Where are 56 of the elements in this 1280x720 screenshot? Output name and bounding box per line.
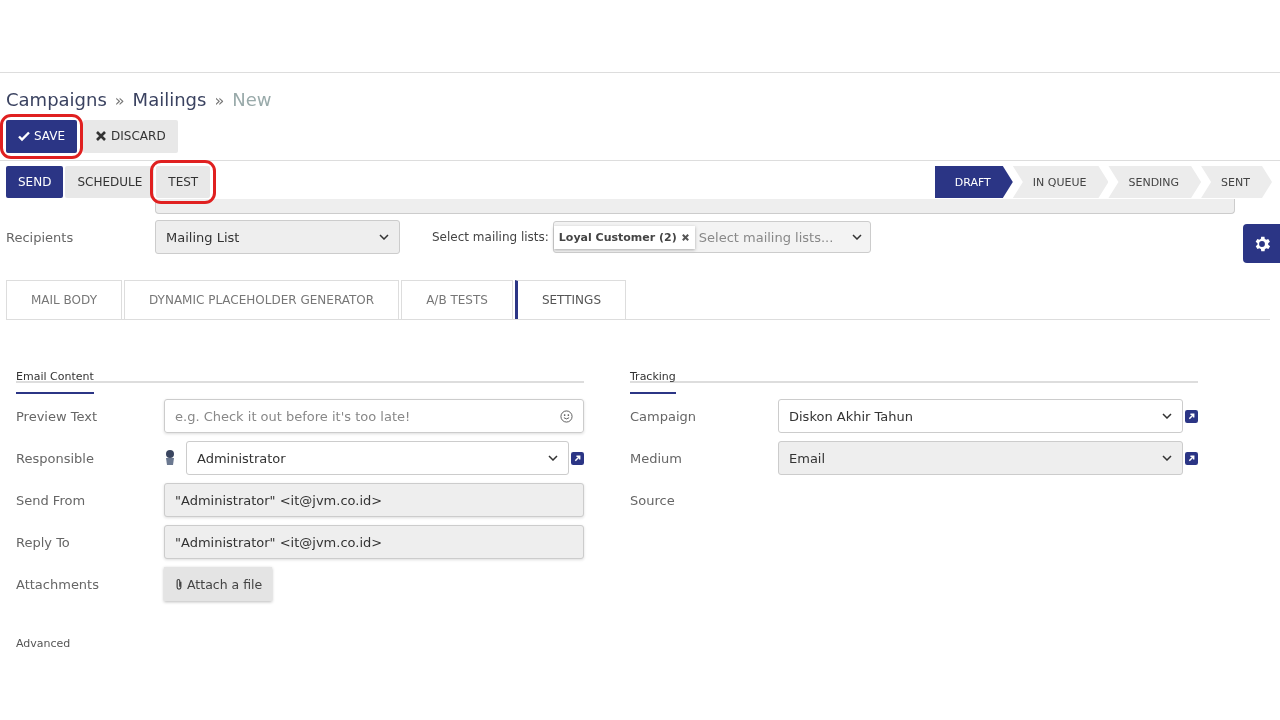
- field-label: Preview Text: [16, 408, 99, 424]
- field-label: Source: [630, 492, 676, 508]
- external-link-icon[interactable]: [1185, 451, 1198, 465]
- dropdown-select[interactable]: Diskon Akhir Tahun: [778, 399, 1183, 433]
- breadcrumb-item[interactable]: Mailings: [132, 89, 207, 110]
- breadcrumb-separator: »: [214, 91, 225, 110]
- preview-text-field[interactable]: e.g. Check it out before it's too late!: [164, 399, 584, 433]
- field-label: Campaign: [630, 408, 698, 424]
- field-label: Send From: [16, 492, 87, 508]
- chevron-icon: [1162, 455, 1172, 461]
- status-step[interactable]: SENT: [1201, 166, 1272, 198]
- chevron-icon: [379, 234, 389, 240]
- section-title: Tracking: [630, 370, 676, 394]
- field-label: Attachments: [16, 576, 100, 592]
- section-title: Advanced: [16, 637, 71, 650]
- status-step[interactable]: DRAFT: [934, 166, 1013, 198]
- field-label: Reply To: [16, 534, 71, 550]
- tab[interactable]: DYNAMIC PLACEHOLDER GENERATOR: [124, 280, 400, 319]
- email-field: "Administrator" <it@jvm.co.id>: [164, 525, 584, 559]
- toolbar-button[interactable]: DISCARD: [83, 119, 178, 153]
- tab[interactable]: SETTINGS: [514, 280, 626, 319]
- remove-icon[interactable]: [680, 232, 690, 242]
- breadcrumb-item[interactable]: Campaigns: [6, 89, 107, 110]
- chevron-icon: [851, 234, 862, 240]
- section-title: Email Content: [16, 370, 94, 394]
- tab[interactable]: MAIL BODY: [6, 280, 122, 319]
- emoji-icon[interactable]: [560, 409, 573, 423]
- toolbar-button[interactable]: SAVE: [6, 119, 78, 153]
- chevron-icon: [548, 455, 558, 461]
- breadcrumb-item: New: [232, 89, 272, 110]
- action-button[interactable]: SCHEDULE: [65, 166, 155, 198]
- field-label: Recipients: [6, 229, 75, 245]
- external-link-icon[interactable]: [1185, 409, 1198, 423]
- attach-file-button[interactable]: Attach a file: [164, 567, 273, 601]
- paperclip-icon: [174, 577, 184, 591]
- dropdown-select[interactable]: Email: [778, 441, 1183, 475]
- responsible-select[interactable]: Administrator: [186, 441, 569, 475]
- tab[interactable]: A/B TESTS: [401, 280, 513, 319]
- action-button[interactable]: SEND: [6, 166, 64, 198]
- status-step[interactable]: SENDING: [1108, 166, 1202, 198]
- mailing-lists-field[interactable]: Loyal Customer (2) Select mailing lists...: [552, 221, 871, 253]
- external-link-icon[interactable]: [571, 451, 584, 465]
- field-label: Responsible: [16, 450, 95, 466]
- field-label: Medium: [630, 450, 683, 466]
- chevron-icon: [1162, 413, 1172, 419]
- recipients-select[interactable]: Mailing List: [155, 220, 400, 254]
- field-label: Select mailing lists:: [432, 230, 549, 244]
- breadcrumb-separator: »: [114, 91, 125, 110]
- settings-button[interactable]: [1243, 224, 1280, 263]
- user-avatar-icon: [164, 450, 176, 466]
- close-icon: [95, 130, 108, 142]
- check-icon: [18, 130, 30, 142]
- tag: Loyal Customer (2): [553, 225, 695, 249]
- status-step[interactable]: IN QUEUE: [1012, 166, 1109, 198]
- email-field: "Administrator" <it@jvm.co.id>: [164, 483, 584, 517]
- action-button[interactable]: TEST: [156, 166, 211, 198]
